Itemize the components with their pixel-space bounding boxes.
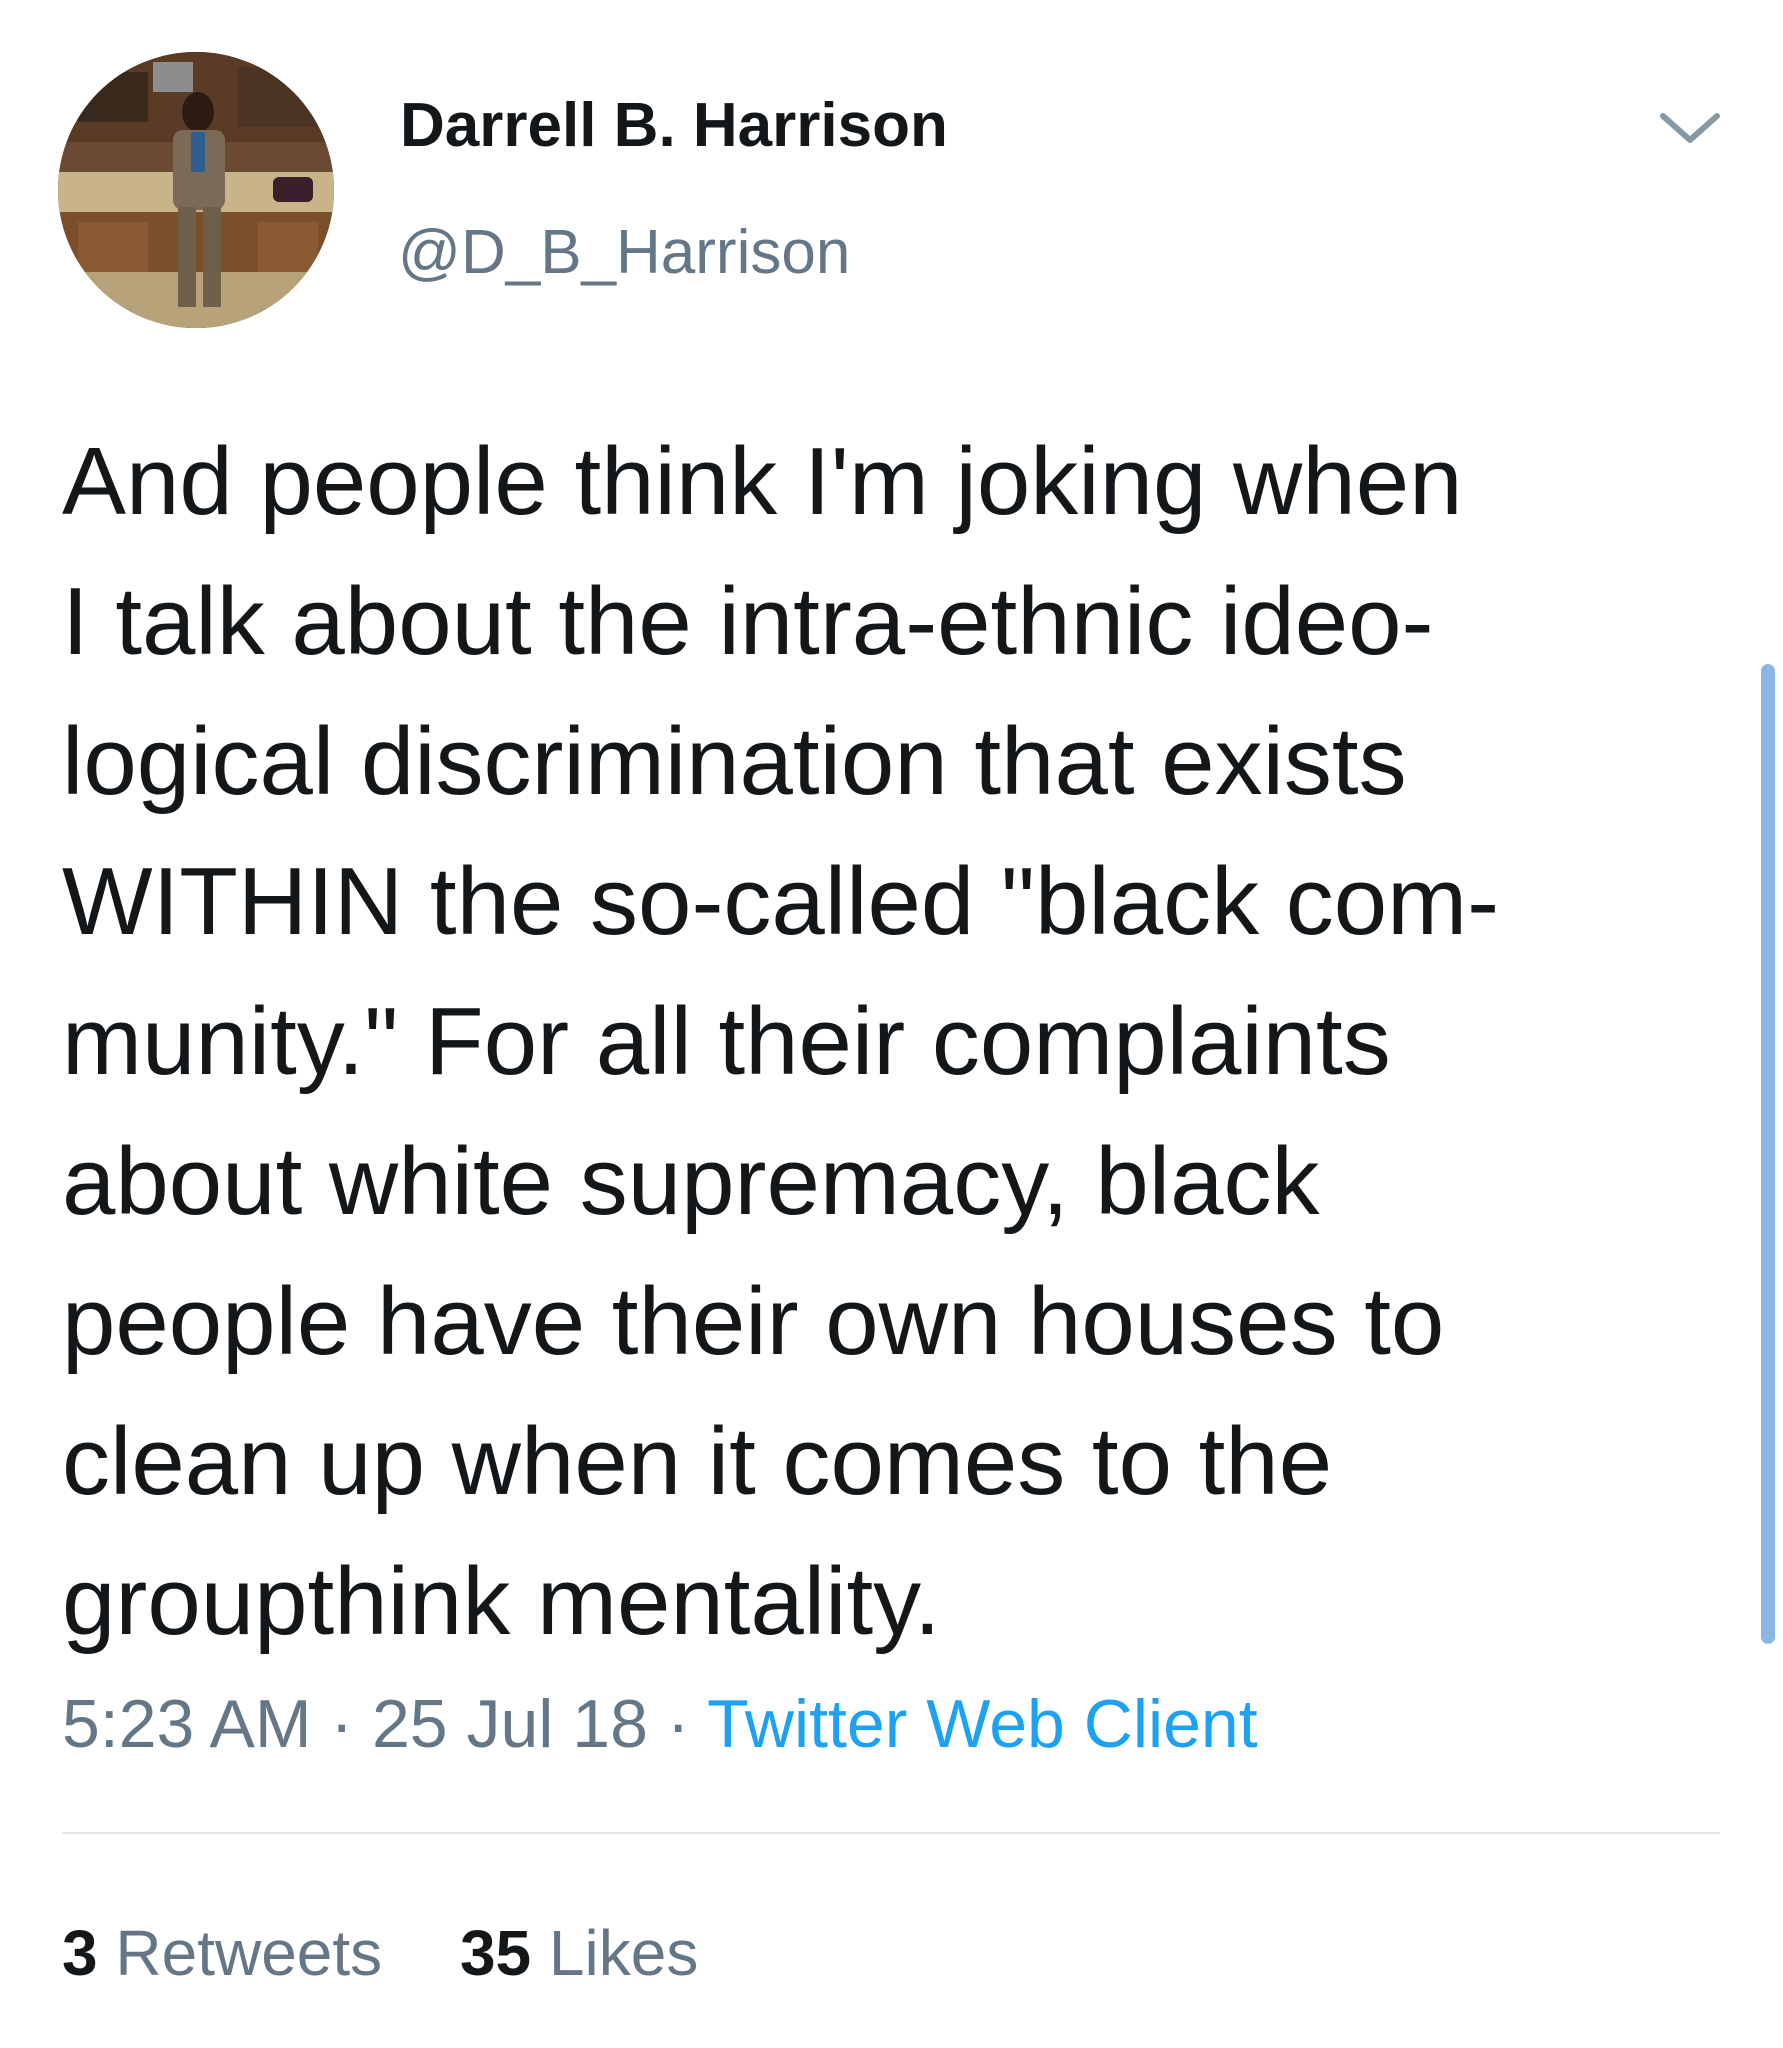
tweet-metadata: 5:23 AM · 25 Jul 18 · Twitter Web Client bbox=[62, 1690, 1258, 1758]
tweet-text-line: WITHIN the so-called "black com- bbox=[62, 848, 1500, 955]
tweet-text-line: clean up when it comes to the bbox=[62, 1408, 1333, 1515]
tweet-source-link[interactable]: Twitter Web Client bbox=[707, 1686, 1257, 1762]
meta-separator: · bbox=[647, 1686, 708, 1762]
meta-separator: · bbox=[311, 1686, 372, 1762]
tweet-text-line: I talk about the intra-ethnic ideo- bbox=[62, 568, 1434, 675]
retweets-stat[interactable]: 3 Retweets bbox=[62, 1921, 382, 1985]
tweet: Darrell B. Harrison @D_B_Harrison And pe… bbox=[0, 0, 1783, 2048]
avatar[interactable] bbox=[58, 52, 334, 328]
tweet-text: And people think I'm joking when I talk … bbox=[62, 412, 1722, 1672]
tweet-text-line: about white supremacy, black bbox=[62, 1128, 1320, 1235]
tweet-time[interactable]: 5:23 AM bbox=[62, 1686, 312, 1762]
tweet-text-line: groupthink mentality. bbox=[62, 1548, 941, 1655]
retweets-count: 3 bbox=[62, 1917, 98, 1989]
likes-count: 35 bbox=[459, 1917, 532, 1989]
scrollbar[interactable] bbox=[1761, 664, 1775, 1644]
tweet-text-line: munity." For all their complaints bbox=[62, 988, 1391, 1095]
author-display-name[interactable]: Darrell B. Harrison bbox=[400, 95, 948, 157]
chevron-down-icon[interactable] bbox=[1655, 108, 1725, 148]
tweet-text-line: people have their own houses to bbox=[62, 1268, 1445, 1375]
retweets-label: Retweets bbox=[97, 1917, 383, 1989]
tweet-text-line: And people think I'm joking when bbox=[62, 428, 1463, 535]
avatar-photo bbox=[58, 52, 334, 328]
tweet-stats: 3 Retweets 35 Likes bbox=[62, 1921, 698, 1985]
likes-stat[interactable]: 35 Likes bbox=[460, 1921, 698, 1985]
likes-label: Likes bbox=[531, 1917, 699, 1989]
tweet-text-line: logical discrimination that exists bbox=[62, 708, 1407, 815]
tweet-date[interactable]: 25 Jul 18 bbox=[372, 1686, 648, 1762]
author-handle[interactable]: @D_B_Harrison bbox=[398, 222, 850, 284]
divider bbox=[62, 1832, 1720, 1834]
